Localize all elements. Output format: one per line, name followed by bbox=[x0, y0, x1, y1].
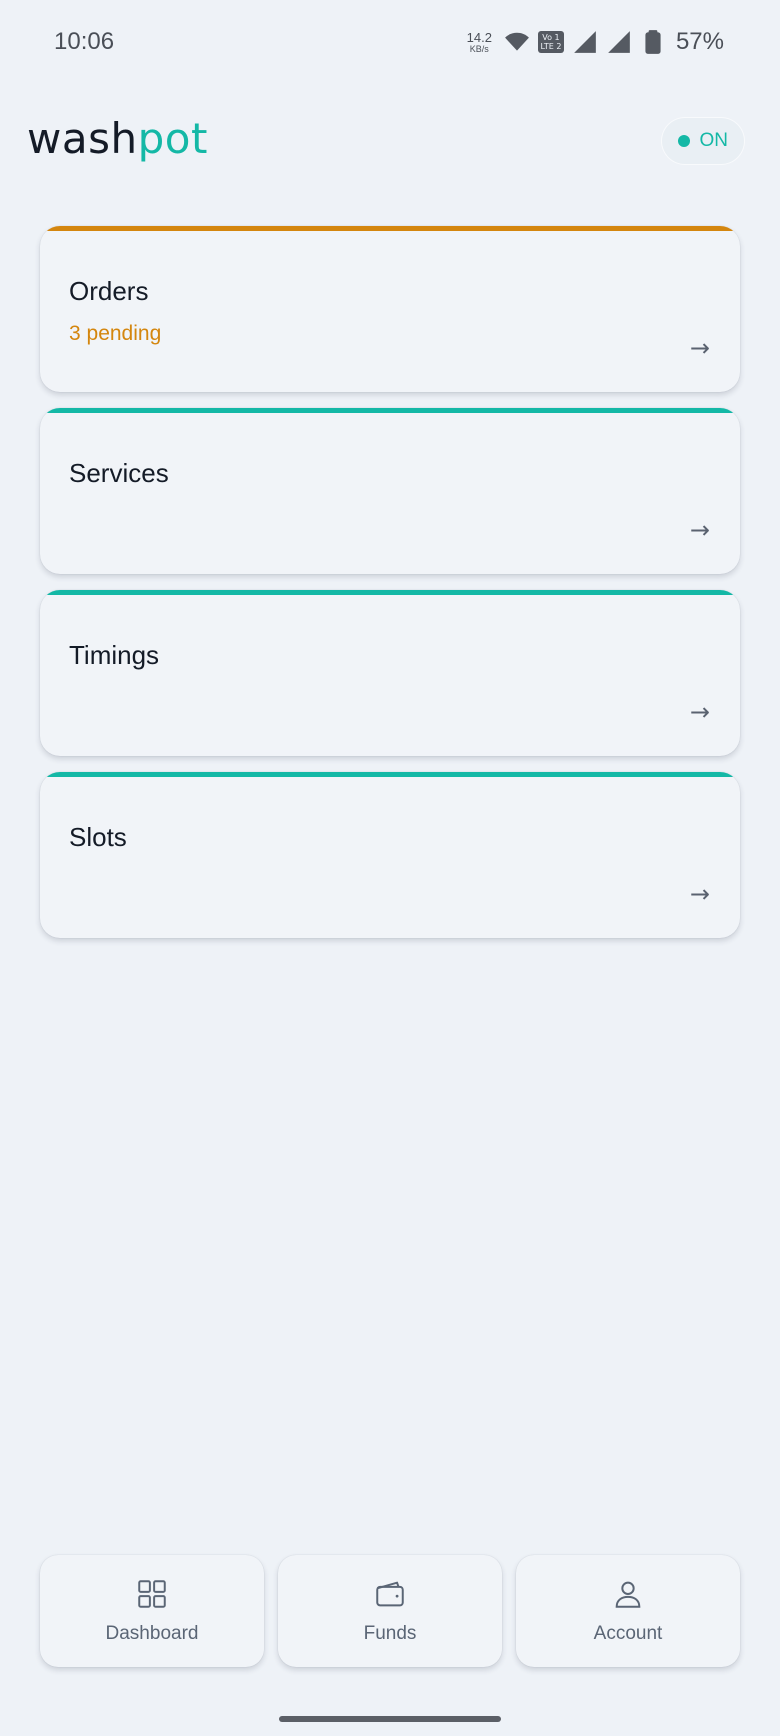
arrow-right-icon: → bbox=[689, 334, 710, 362]
user-icon bbox=[615, 1581, 641, 1608]
signal-icon-sim1 bbox=[574, 31, 596, 53]
arrow-right-icon: → bbox=[689, 880, 710, 908]
arrow-right-icon: → bbox=[689, 698, 710, 726]
orders-card-title: Orders bbox=[69, 276, 149, 306]
online-status-label: ON bbox=[699, 130, 729, 151]
logo-text-wash: wash bbox=[27, 114, 138, 163]
volte-top-text: Vo 1 bbox=[542, 33, 560, 42]
timings-card[interactable]: Timings → bbox=[40, 590, 740, 756]
battery-icon bbox=[645, 30, 661, 54]
nav-dashboard-label: Dashboard bbox=[105, 1623, 199, 1644]
status-icons: 14.2 KB/s Vo 1 LTE 2 57% bbox=[467, 28, 724, 56]
nav-funds[interactable]: Funds bbox=[278, 1555, 502, 1667]
timings-card-title: Timings bbox=[69, 640, 160, 670]
status-bar: 10:06 14.2 KB/s Vo 1 LTE 2 57% bbox=[0, 0, 780, 92]
status-time: 10:06 bbox=[54, 28, 115, 55]
app-logo: washpot bbox=[27, 114, 208, 163]
services-card-title: Services bbox=[69, 458, 169, 488]
volte-icon: Vo 1 LTE 2 bbox=[537, 31, 564, 53]
wifi-icon bbox=[505, 32, 529, 51]
nav-account[interactable]: Account bbox=[516, 1555, 740, 1667]
battery-percentage: 57% bbox=[675, 28, 724, 55]
home-indicator[interactable] bbox=[279, 1716, 501, 1722]
volte-bottom-text: LTE 2 bbox=[540, 42, 562, 51]
orders-card[interactable]: Orders 3 pending → bbox=[40, 226, 740, 392]
nav-funds-label: Funds bbox=[363, 1623, 417, 1644]
services-card[interactable]: Services → bbox=[40, 408, 740, 574]
slots-card[interactable]: Slots → bbox=[40, 772, 740, 938]
status-dot-icon bbox=[677, 135, 690, 147]
network-speed: 14.2 KB/s bbox=[467, 31, 492, 54]
network-speed-value: 14.2 bbox=[466, 29, 492, 45]
nav-account-label: Account bbox=[593, 1623, 663, 1644]
wallet-icon bbox=[376, 1581, 404, 1607]
orders-pending-count: 3 pending bbox=[69, 322, 162, 345]
nav-dashboard[interactable]: Dashboard bbox=[40, 1555, 264, 1667]
logo-text-pot: pot bbox=[137, 114, 208, 163]
app-header: washpot ON bbox=[0, 110, 780, 170]
dashboard-icon bbox=[138, 1580, 166, 1608]
network-speed-unit: KB/s bbox=[469, 43, 489, 54]
dashboard-cards: Orders 3 pending → Services → Timings → … bbox=[40, 226, 740, 954]
arrow-right-icon: → bbox=[689, 516, 710, 544]
slots-card-title: Slots bbox=[69, 822, 127, 852]
bottom-navigation: Dashboard Funds Account bbox=[40, 1555, 740, 1667]
online-status-toggle[interactable]: ON bbox=[661, 118, 744, 164]
signal-icon-sim2 bbox=[608, 31, 630, 53]
